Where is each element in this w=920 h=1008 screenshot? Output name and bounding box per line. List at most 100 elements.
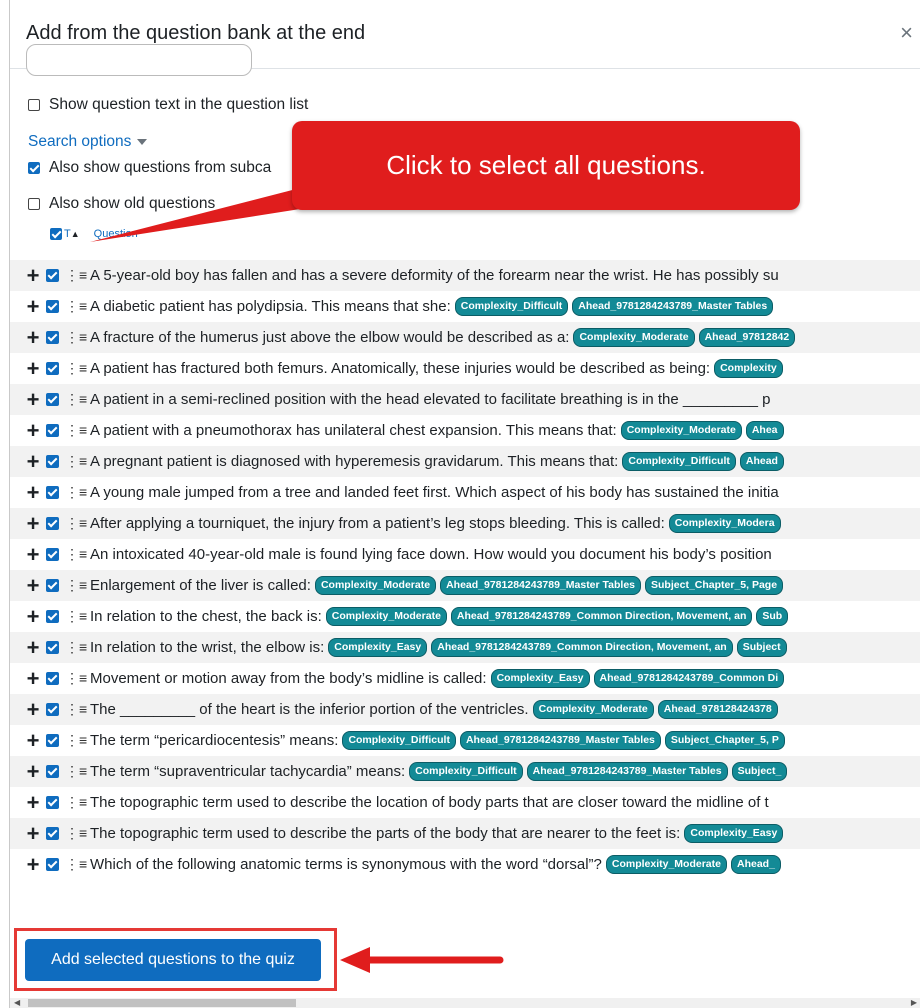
question-tag[interactable]: Complexity_Moderate xyxy=(620,421,742,440)
add-question-icon[interactable]: + xyxy=(25,760,41,782)
question-checkbox[interactable] xyxy=(46,517,59,530)
question-tag[interactable]: Complexity_Difficult xyxy=(622,452,736,471)
scrollbar-thumb[interactable] xyxy=(28,999,296,1007)
question-tag[interactable]: Complexity_Difficult xyxy=(409,762,523,781)
question-checkbox[interactable] xyxy=(46,672,59,685)
question-checkbox[interactable] xyxy=(46,331,59,344)
question-checkbox[interactable] xyxy=(46,455,59,468)
question-tag[interactable]: Ahead xyxy=(739,452,784,471)
question-checkbox[interactable] xyxy=(46,300,59,313)
question-type-icon: ⋮≡ xyxy=(65,763,88,779)
show-question-text-option[interactable]: Show question text in the question list xyxy=(28,96,308,114)
add-question-icon[interactable]: + xyxy=(25,791,41,813)
question-text: The topographic term used to describe th… xyxy=(90,825,681,842)
question-type-icon: ⋮≡ xyxy=(65,515,88,531)
close-icon[interactable]: × xyxy=(900,20,913,46)
question-tag[interactable]: Complexity_Moderate xyxy=(325,607,447,626)
question-tag[interactable]: Sub xyxy=(756,607,789,626)
question-tag[interactable]: Complexity_Difficult xyxy=(342,731,456,750)
question-checkbox[interactable] xyxy=(46,269,59,282)
add-question-icon[interactable]: + xyxy=(25,574,41,596)
question-checkbox[interactable] xyxy=(46,734,59,747)
question-checkbox[interactable] xyxy=(46,548,59,561)
question-tag[interactable]: Ahead_ xyxy=(731,855,781,874)
question-type-icon: ⋮≡ xyxy=(65,732,88,748)
show-question-text-checkbox[interactable] xyxy=(28,99,40,111)
question-tag[interactable]: Ahead_978128424378 xyxy=(657,700,778,719)
add-question-icon[interactable]: + xyxy=(25,295,41,317)
question-tag[interactable]: Subject_Chapter_5, Page xyxy=(645,576,784,595)
horizontal-scrollbar[interactable]: ◀ ▶ xyxy=(10,998,920,1008)
add-question-icon[interactable]: + xyxy=(25,543,41,565)
question-checkbox[interactable] xyxy=(46,641,59,654)
question-tag[interactable]: Complexity_Difficult xyxy=(454,297,569,316)
question-tag[interactable]: Complexity_Easy xyxy=(684,824,784,843)
add-question-icon[interactable]: + xyxy=(25,822,41,844)
question-checkbox[interactable] xyxy=(46,610,59,623)
question-checkbox[interactable] xyxy=(46,796,59,809)
add-question-icon[interactable]: + xyxy=(25,450,41,472)
question-checkbox[interactable] xyxy=(46,858,59,871)
question-tag[interactable]: Complexity_Modera xyxy=(668,514,781,533)
add-question-icon[interactable]: + xyxy=(25,667,41,689)
question-tag[interactable]: Ahead_9781284243789_Master Tables xyxy=(440,576,642,595)
add-question-icon[interactable]: + xyxy=(25,357,41,379)
question-checkbox[interactable] xyxy=(46,579,59,592)
add-question-icon[interactable]: + xyxy=(25,853,41,875)
add-question-icon[interactable]: + xyxy=(25,605,41,627)
add-question-icon[interactable]: + xyxy=(25,388,41,410)
question-checkbox[interactable] xyxy=(46,393,59,406)
question-checkbox[interactable] xyxy=(46,827,59,840)
add-question-icon[interactable]: + xyxy=(25,729,41,751)
question-tag[interactable]: Complexity_Easy xyxy=(490,669,590,688)
question-tag[interactable]: Complexity_Moderate xyxy=(314,576,437,595)
question-checkbox[interactable] xyxy=(46,765,59,778)
add-question-icon[interactable]: + xyxy=(25,698,41,720)
question-tag[interactable]: Complexity_Easy xyxy=(328,638,428,657)
question-row: + ⋮≡ A patient in a semi-reclined position… xyxy=(10,384,920,415)
chevron-down-icon xyxy=(137,139,148,145)
question-checkbox[interactable] xyxy=(46,362,59,375)
question-tag[interactable]: Subject_Chapter_5, P xyxy=(664,731,785,750)
question-text: Which of the following anatomic terms is… xyxy=(90,856,602,873)
add-question-icon[interactable]: + xyxy=(25,512,41,534)
question-tag[interactable]: Ahead_9781284243789_Common Di xyxy=(593,669,785,688)
category-select-partial[interactable] xyxy=(26,44,252,76)
question-type-icon: ⋮≡ xyxy=(65,360,88,376)
add-question-icon[interactable]: + xyxy=(25,264,41,286)
question-tag[interactable]: Ahead_97812842 xyxy=(698,328,796,347)
question-tag[interactable]: Ahead_9781284243789_Master Tables xyxy=(572,297,774,316)
question-tag[interactable]: Ahead_9781284243789_Common Direction, Mo… xyxy=(450,607,753,626)
question-row: + ⋮≡ Which of the following anatomic terms… xyxy=(10,849,920,880)
add-selected-questions-button[interactable]: Add selected questions to the quiz xyxy=(25,939,321,981)
question-tag[interactable]: Complexity_Moderate xyxy=(573,328,695,347)
question-checkbox[interactable] xyxy=(46,486,59,499)
question-tag[interactable]: Ahead_9781284243789_Common Direction, Mo… xyxy=(431,638,733,657)
question-tag[interactable]: Complexity_Moderate xyxy=(532,700,654,719)
question-checkbox[interactable] xyxy=(46,424,59,437)
question-text: Enlargement of the liver is called: xyxy=(90,577,311,594)
question-text: A fracture of the humerus just above the… xyxy=(90,329,570,346)
question-row: + ⋮≡ A patient with a pneumothorax has uni… xyxy=(10,415,920,446)
question-row: + ⋮≡ A patient has fractured both femurs. … xyxy=(10,353,920,384)
question-tag[interactable]: Ahead_9781284243789_Master Tables xyxy=(459,731,661,750)
subcategories-checkbox[interactable] xyxy=(28,162,40,174)
scroll-left-icon[interactable]: ◀ xyxy=(14,998,20,1007)
question-tag[interactable]: Complexity xyxy=(714,359,783,378)
old-questions-checkbox[interactable] xyxy=(28,198,40,210)
add-question-icon[interactable]: + xyxy=(25,326,41,348)
question-type-icon: ⋮≡ xyxy=(65,701,88,717)
question-tag[interactable]: Complexity_Moderate xyxy=(605,855,727,874)
add-question-icon[interactable]: + xyxy=(25,481,41,503)
question-tag[interactable]: Ahea xyxy=(745,421,784,440)
question-tag[interactable]: Subject xyxy=(736,638,787,657)
question-checkbox[interactable] xyxy=(46,703,59,716)
add-question-icon[interactable]: + xyxy=(25,636,41,658)
select-all-checkbox[interactable] xyxy=(50,228,62,240)
question-tag[interactable]: Ahead_9781284243789_Master Tables xyxy=(526,762,728,781)
question-tag[interactable]: Subject_ xyxy=(731,762,788,781)
question-text: After applying a tourniquet, the injury … xyxy=(90,515,665,532)
scroll-right-icon[interactable]: ▶ xyxy=(911,998,917,1007)
search-options-toggle[interactable]: Search options xyxy=(28,133,148,151)
add-question-icon[interactable]: + xyxy=(25,419,41,441)
